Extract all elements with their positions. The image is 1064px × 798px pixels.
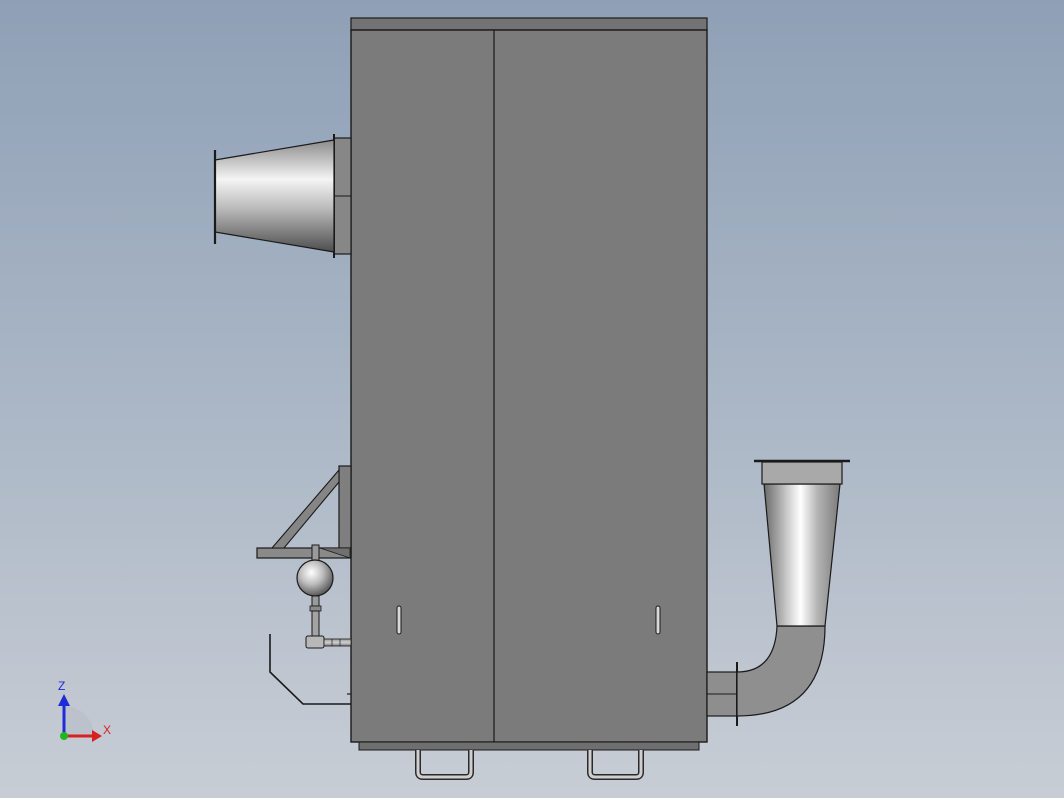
x-axis-label: X <box>103 723 111 737</box>
valve-assembly[interactable] <box>296 544 352 649</box>
outlet-duct[interactable] <box>706 459 850 726</box>
cad-viewport[interactable]: Z X <box>0 0 1064 798</box>
door-handle-right[interactable] <box>655 605 661 635</box>
base-foot-left <box>415 750 474 780</box>
valve-pipe <box>323 638 352 647</box>
y-axis-origin <box>60 732 68 740</box>
outlet-cone <box>763 483 841 627</box>
inlet-cone <box>214 139 335 253</box>
cabinet-base <box>358 741 700 751</box>
outlet-cone-collar <box>761 461 843 485</box>
cabinet-top-cap <box>350 17 708 31</box>
triad-quadrant <box>64 706 94 736</box>
z-axis-label: Z <box>58 679 65 693</box>
outlet-elbow <box>736 625 826 717</box>
door-handle-left[interactable] <box>396 605 402 635</box>
cad-model-view[interactable]: Z X <box>0 0 1064 798</box>
valve-body[interactable] <box>305 635 325 649</box>
inlet-hood[interactable] <box>213 134 352 258</box>
base-foot-right <box>587 750 644 780</box>
coordinate-triad: Z X <box>58 679 111 742</box>
cabinet-body[interactable] <box>350 29 708 743</box>
cabinet[interactable] <box>350 17 708 751</box>
support-bracket <box>256 465 352 559</box>
ball-tank <box>296 559 334 597</box>
